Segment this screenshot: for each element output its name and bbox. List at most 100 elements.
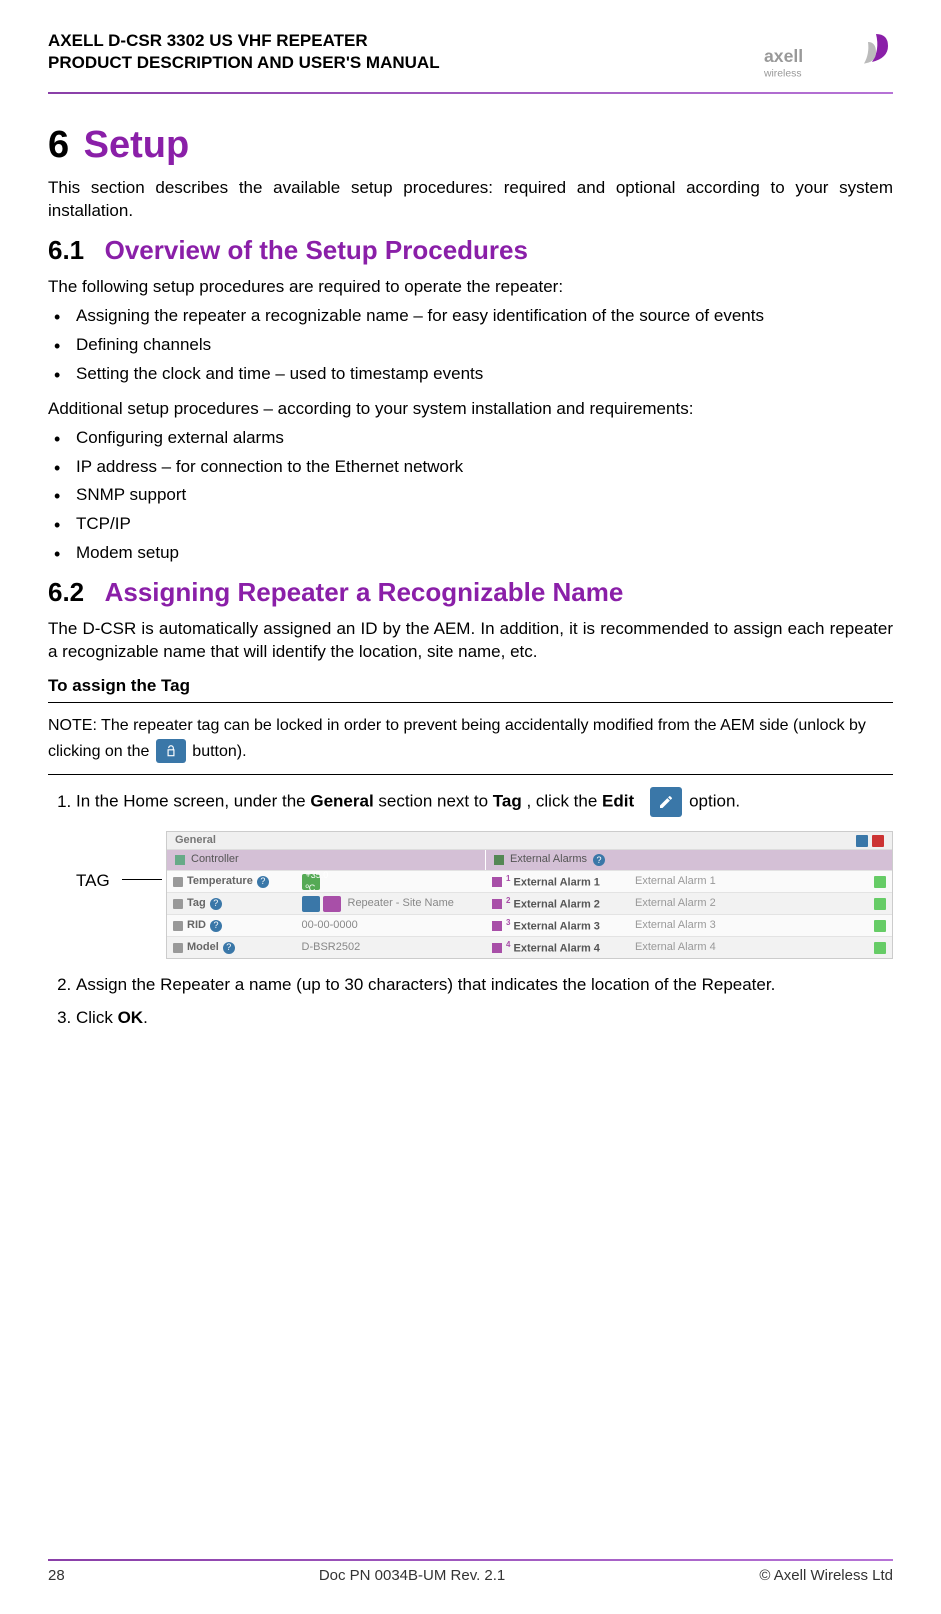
list-item: TCP/IP (48, 513, 893, 536)
row-label: Model (187, 940, 219, 956)
step1-b: section next to (378, 792, 492, 811)
pencil-icon (658, 794, 674, 810)
help-icon[interactable]: ? (593, 854, 605, 866)
h1-number: 6 (48, 124, 69, 167)
heading-2-assigning: 6.2 Assigning Repeater a Recognizable Na… (48, 577, 893, 608)
intro-paragraph: This section describes the available set… (48, 177, 893, 223)
page-header: AXELL D-CSR 3302 US VHF REPEATER PRODUCT… (48, 30, 893, 86)
temp-badge: +35.0 ºC (302, 874, 320, 890)
alarm-value: External Alarm 3 (635, 918, 716, 934)
step-1: In the Home screen, under the General se… (76, 787, 893, 959)
step1-tag: Tag (493, 792, 522, 811)
alarm-value: External Alarm 1 (635, 874, 716, 890)
tag-lock-icon[interactable] (302, 896, 320, 912)
status-icon (874, 876, 886, 888)
header-divider (48, 92, 893, 94)
alarm-label: External Alarm 1 (514, 876, 600, 888)
temp-value: +35.0 ºC (302, 868, 333, 896)
alarms-icon (494, 855, 504, 865)
step-3: Click OK. (76, 1006, 893, 1031)
tag-callout: TAG (76, 831, 134, 894)
row-label: Tag (187, 896, 206, 912)
step1-d: option. (689, 792, 740, 811)
table-row: RID? 00-00-0000 3 External Alarm 3 Exter… (167, 914, 892, 936)
tag-edit-icon[interactable] (323, 896, 341, 912)
step3-b: . (143, 1008, 148, 1027)
footer-page: 28 (48, 1567, 65, 1584)
temperature-icon (173, 877, 183, 887)
additional-list: Configuring external alarms IP address –… (48, 427, 893, 566)
status-icon (874, 920, 886, 932)
required-list: Assigning the repeater a recognizable na… (48, 305, 893, 386)
note-text: NOTE: The repeater tag can be locked in … (48, 709, 893, 768)
list-item: Setting the clock and time – used to tim… (48, 363, 893, 386)
logo-text1: axell (764, 46, 803, 66)
to-assign-heading: To assign the Tag (48, 676, 893, 696)
tag-value: Repeater - Site Name (348, 896, 454, 912)
external-alarms-label: External Alarms (510, 852, 587, 868)
header-line1: AXELL D-CSR 3302 US VHF REPEATER (48, 30, 440, 52)
help-icon[interactable]: ? (210, 898, 222, 910)
figure-general-panel: TAG General Controller (76, 831, 893, 959)
panel-topbar: General (167, 832, 892, 850)
h2-1-text: Overview of the Setup Procedures (105, 235, 528, 265)
edit-button[interactable] (650, 787, 682, 817)
alarm-icon (492, 899, 502, 909)
panel-title: General (175, 833, 216, 849)
alarm-icon (492, 943, 502, 953)
h2-2-text: Assigning Repeater a Recognizable Name (105, 577, 624, 607)
list-item: Assigning the repeater a recognizable na… (48, 305, 893, 328)
row-label: Temperature (187, 874, 253, 890)
lock-icon (164, 744, 178, 758)
list-item: Configuring external alarms (48, 427, 893, 450)
step1-general: General (310, 792, 373, 811)
table-row: Model? D-BSR2502 4 External Alarm 4 Exte… (167, 936, 892, 958)
note-suffix: button). (192, 743, 246, 760)
model-value: D-BSR2502 (302, 940, 361, 956)
step1-a: In the Home screen, under the (76, 792, 310, 811)
step3-ok: OK (118, 1008, 144, 1027)
panel-close-icon[interactable] (872, 835, 884, 847)
list-item: Modem setup (48, 542, 893, 565)
step3-a: Click (76, 1008, 118, 1027)
footer-copy: © Axell Wireless Ltd (759, 1567, 893, 1584)
help-icon[interactable]: ? (223, 942, 235, 954)
help-icon[interactable]: ? (210, 920, 222, 932)
rid-icon (173, 921, 183, 931)
alarm-label: External Alarm 4 (514, 942, 600, 954)
step-2: Assign the Repeater a name (up to 30 cha… (76, 973, 893, 998)
alarm-value: External Alarm 4 (635, 940, 716, 956)
steps-list: In the Home screen, under the General se… (48, 787, 893, 1030)
unlock-button[interactable] (156, 739, 186, 763)
axell-logo: axell wireless (763, 30, 893, 86)
panel-column-headers: Controller External Alarms ? (167, 850, 892, 870)
h2-1-number: 6.1 (48, 235, 84, 266)
table-row: Temperature? +35.0 ºC 1 External Alarm 1… (167, 870, 892, 892)
help-icon[interactable]: ? (257, 876, 269, 888)
alarm-label: External Alarm 3 (514, 920, 600, 932)
page-footer: 28 Doc PN 0034B-UM Rev. 2.1 © Axell Wire… (48, 1559, 893, 1584)
additional-intro: Additional setup procedures – according … (48, 398, 893, 421)
rid-value: 00-00-0000 (302, 918, 358, 934)
tag-icon (173, 899, 183, 909)
list-item: IP address – for connection to the Ether… (48, 456, 893, 479)
controller-icon (175, 855, 185, 865)
heading-2-overview: 6.1 Overview of the Setup Procedures (48, 235, 893, 266)
footer-doc: Doc PN 0034B-UM Rev. 2.1 (319, 1567, 505, 1584)
panel-min-icon[interactable] (856, 835, 868, 847)
alarm-icon (492, 877, 502, 887)
status-icon (874, 898, 886, 910)
table-row: Tag? Repeater - Site Name 2 External Ala… (167, 892, 892, 914)
note-rule-top (48, 702, 893, 703)
alarm-icon (492, 921, 502, 931)
alarm-value: External Alarm 2 (635, 896, 716, 912)
controller-label: Controller (191, 852, 239, 868)
step1-edit: Edit (602, 792, 634, 811)
col-external-alarms: External Alarms ? (486, 850, 892, 870)
h1-text: Setup (84, 124, 190, 166)
status-icon (874, 942, 886, 954)
footer-text: 28 Doc PN 0034B-UM Rev. 2.1 © Axell Wire… (48, 1567, 893, 1584)
header-title: AXELL D-CSR 3302 US VHF REPEATER PRODUCT… (48, 30, 440, 74)
h2-2-number: 6.2 (48, 577, 84, 608)
step1-c: , click the (526, 792, 602, 811)
